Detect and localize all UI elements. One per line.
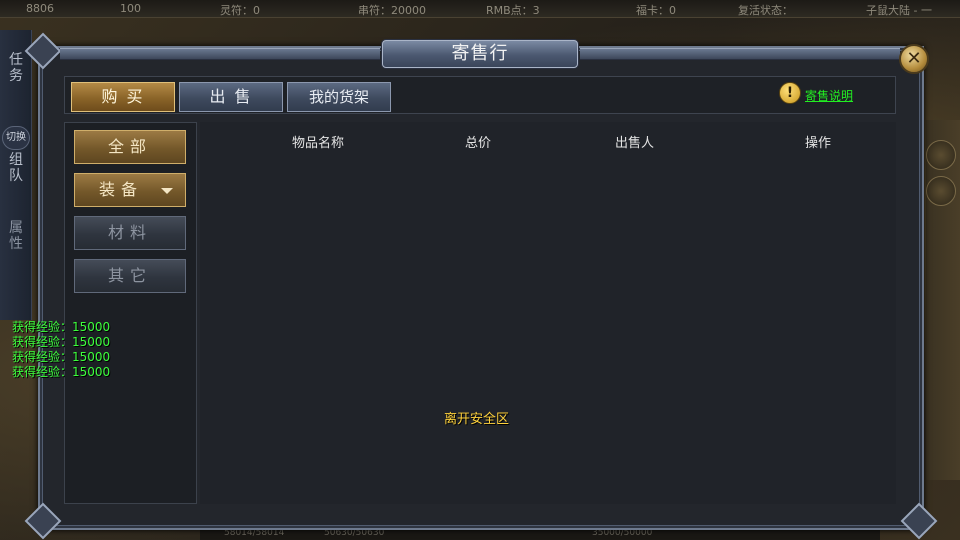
task-button[interactable]: 任务 [3, 52, 29, 84]
attribute-button[interactable]: 属性 [3, 220, 29, 252]
tab-sell[interactable]: 出 售 [179, 82, 283, 112]
status-value: RMB点：3 [486, 4, 540, 17]
status-value: 串符：20000 [358, 4, 426, 17]
exp-message: 获得经验：15000 [12, 350, 111, 364]
chevron-down-icon [161, 188, 173, 194]
tab-buy[interactable]: 购 买 [71, 82, 175, 112]
column-header-seller: 出售人 [615, 136, 655, 151]
status-value: 福卡：0 [636, 4, 676, 17]
tab-my-shelf[interactable]: 我的货架 [287, 82, 391, 112]
category-materials-button[interactable]: 材料 [74, 216, 186, 250]
right-side-button[interactable] [926, 140, 956, 170]
info-icon[interactable]: ! [779, 82, 801, 104]
tab-bar: 购 买 出 售 我的货架 [64, 76, 896, 114]
top-status-bar: 8806 100 灵符：0 串符：20000 RMB点：3 福卡：0 复活状态：… [0, 0, 960, 18]
listing-table [200, 122, 896, 504]
title-bar-wing [60, 48, 380, 60]
column-header-action: 操作 [805, 136, 832, 151]
title-bar-wing [580, 48, 900, 60]
right-side-button[interactable] [926, 176, 956, 206]
category-all-button[interactable]: 全部 [74, 130, 186, 164]
exp-message: 获得经验：15000 [12, 335, 111, 349]
status-value: 100 [120, 2, 141, 15]
status-value: 灵符：0 [220, 4, 260, 17]
close-button[interactable]: ✕ [899, 44, 929, 74]
left-function-strip: 任务 切换 组队 属性 [0, 30, 32, 320]
column-header-item-name: 物品名称 [292, 136, 345, 151]
category-equipment-button[interactable]: 装备 [74, 173, 186, 207]
exp-message: 获得经验：15000 [12, 320, 111, 334]
system-notice: 离开安全区 [444, 412, 510, 427]
category-other-button[interactable]: 其它 [74, 259, 186, 293]
map-name: 子鼠大陆 - 一 [866, 4, 932, 17]
team-button[interactable]: 组队 [3, 152, 29, 184]
consignment-help-link[interactable]: 寄售说明 [805, 87, 853, 104]
status-value: 复活状态： [738, 4, 793, 17]
exp-message: 获得经验：15000 [12, 365, 111, 379]
status-value: 8806 [26, 2, 54, 15]
right-scene-edge [926, 120, 960, 480]
switch-button[interactable]: 切换 [2, 126, 30, 150]
window-title: 寄售行 [382, 40, 578, 68]
column-header-total-price: 总价 [465, 136, 492, 151]
category-equipment-label: 装备 [98, 180, 143, 199]
